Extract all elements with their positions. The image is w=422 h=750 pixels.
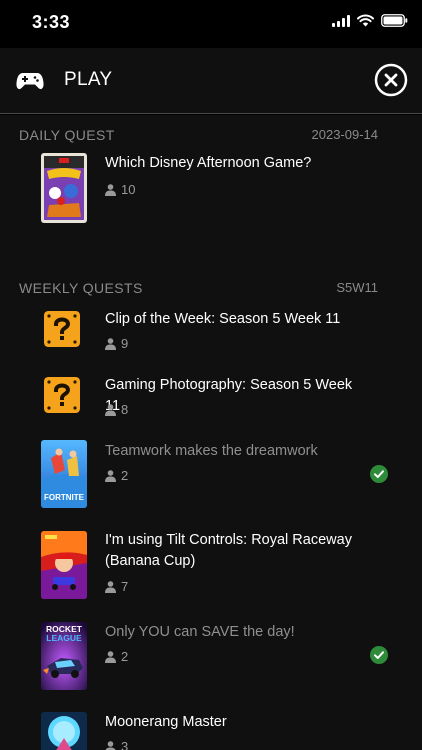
person-icon — [105, 650, 116, 663]
mario-kart-thumbnail — [41, 531, 87, 599]
player-count: 7 — [105, 579, 128, 594]
person-icon — [105, 337, 116, 350]
player-count-value: 8 — [121, 402, 129, 417]
status-time: 3:33 — [32, 12, 71, 32]
quest-title: Clip of the Week: Season 5 Week 11 — [105, 311, 341, 327]
person-icon — [105, 740, 116, 750]
player-count-value: 2 — [121, 468, 129, 483]
fortnite-thumbnail: FORTNITE — [41, 440, 87, 508]
person-icon — [105, 183, 116, 196]
rocket-league-logo-text: LEAGUE — [46, 633, 82, 643]
page-title: PLAY — [64, 69, 113, 90]
quest-title: Moonerang Master — [105, 714, 227, 730]
status-bar: 3:33 — [0, 0, 422, 48]
moon-thumbnail — [41, 712, 87, 750]
fortnite-logo-text: FORTNITE — [44, 493, 85, 502]
quest-title: Only YOU can SAVE the day! — [105, 624, 295, 640]
daily-quest-header: DAILY QUEST 2023-09-14 — [19, 127, 378, 143]
player-count: 3 — [105, 739, 128, 750]
status-icons — [332, 14, 408, 27]
quest-list[interactable]: DAILY QUEST 2023-09-14 Which Disney Afte… — [0, 115, 422, 750]
quest-title: Which Disney Afternoon Game? — [105, 155, 312, 171]
battery-icon — [381, 14, 408, 27]
close-button[interactable] — [374, 63, 408, 97]
completed-check-icon — [370, 465, 388, 483]
player-count: 2 — [105, 649, 128, 664]
question-block-icon — [44, 377, 80, 413]
player-count-value: 9 — [121, 336, 129, 351]
header: PLAY — [0, 48, 422, 114]
question-block-icon — [44, 311, 80, 347]
player-count: 2 — [105, 468, 128, 483]
gamepad-icon — [16, 73, 44, 90]
completed-check-icon — [370, 646, 388, 664]
player-count-value: 7 — [121, 579, 129, 594]
player-count: 8 — [105, 402, 128, 417]
player-count: 10 — [105, 182, 135, 197]
ducktales-thumbnail — [41, 153, 87, 223]
player-count: 9 — [105, 336, 128, 351]
quest-title: I'm using Tilt Controls: Royal Raceway (… — [105, 532, 352, 569]
cellular-signal-icon — [332, 14, 350, 27]
section-title: DAILY QUEST — [19, 127, 115, 143]
quest-title: Gaming Photography: Season 5 Week 11 — [105, 377, 353, 414]
person-icon — [105, 469, 116, 482]
person-icon — [105, 580, 116, 593]
weekly-quests-header: WEEKLY QUESTS S5W11 — [19, 280, 378, 296]
person-icon — [105, 403, 116, 416]
section-date: 2023-09-14 — [311, 127, 379, 142]
player-count-value: 10 — [121, 182, 136, 197]
quest-title: Teamwork makes the dreamwork — [105, 443, 318, 459]
section-week-code: S5W11 — [336, 280, 378, 295]
rocket-league-thumbnail: ROCKET LEAGUE — [41, 622, 87, 690]
wifi-icon — [357, 14, 374, 27]
player-count-value: 2 — [121, 649, 129, 664]
section-title: WEEKLY QUESTS — [19, 280, 143, 296]
player-count-value: 3 — [121, 739, 129, 750]
